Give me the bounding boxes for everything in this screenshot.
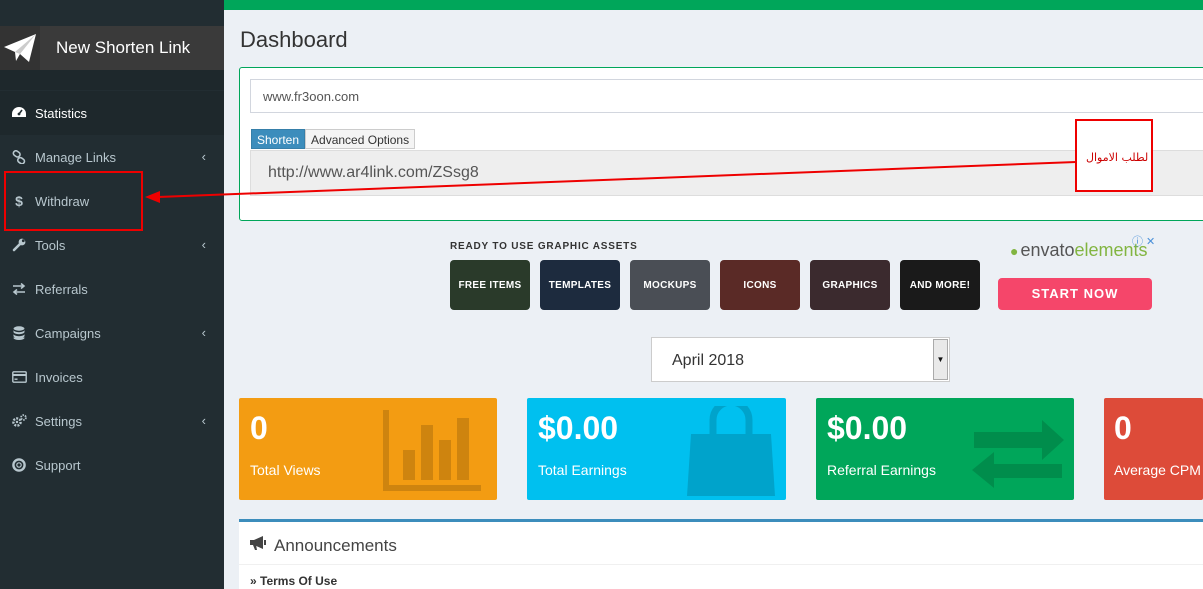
leaf-icon: ● [1010, 242, 1019, 259]
app-name: New Shorten Link [56, 38, 191, 57]
sidebar-item-label: Settings [35, 413, 82, 429]
link-icon [11, 149, 27, 165]
tab-shorten[interactable]: Shorten [251, 129, 306, 149]
sidebar-menu: Statistics Manage Links ‹ $ Withdraw Too… [0, 91, 224, 487]
ad-tile-templates[interactable]: TEMPLATES [540, 260, 620, 310]
stat-total-earnings: $0.00 Total Earnings [527, 398, 786, 500]
withdraw-highlight [4, 171, 143, 231]
month-select-value: April 2018 [672, 352, 745, 369]
sidebar-item-invoices[interactable]: Invoices [0, 355, 224, 399]
sidebar-item-statistics[interactable]: Statistics [0, 91, 224, 135]
chevron-left-icon: ‹ [201, 149, 206, 164]
sidebar-item-settings[interactable]: Settings ‹ [0, 399, 224, 443]
shorten-panel: Shorten Advanced Options http://www.ar4l… [239, 67, 1203, 221]
ad-tile-icons[interactable]: ICONS [720, 260, 800, 310]
month-select[interactable]: April 2018 ▼ [651, 337, 950, 382]
ad-tile-mockups[interactable]: MOCKUPS [630, 260, 710, 310]
bar-chart-icon [383, 410, 481, 491]
logo[interactable]: New Shorten Link [0, 26, 224, 70]
sidebar-item-label: Tools [35, 237, 66, 253]
page-title: Dashboard [240, 27, 348, 52]
sidebar-divider [0, 70, 224, 90]
paper-plane-icon [0, 26, 40, 70]
credit-card-icon [11, 369, 27, 385]
stat-label: Total Views [250, 462, 321, 478]
sidebar-item-campaigns[interactable]: Campaigns ‹ [0, 311, 224, 355]
bullhorn-icon [249, 535, 267, 556]
life-ring-icon [11, 457, 27, 473]
divider [239, 564, 1203, 565]
sidebar-item-label: Support [35, 457, 81, 473]
sidebar-item-label: Statistics [35, 105, 88, 121]
database-icon [11, 325, 27, 341]
ad-heading: READY TO USE GRAPHIC ASSETS [450, 241, 638, 252]
announcement-link-terms[interactable]: » Terms Of Use [250, 574, 337, 588]
chevron-left-icon: ‹ [201, 237, 206, 252]
stat-average-cpm: 0 Average CPM [1104, 398, 1203, 500]
url-input[interactable] [250, 79, 1203, 113]
ad-tile-graphics[interactable]: GRAPHICS [810, 260, 890, 310]
chevron-left-icon: ‹ [201, 325, 206, 340]
tab-advanced-options[interactable]: Advanced Options [305, 129, 416, 149]
chevron-left-icon: ‹ [201, 413, 206, 428]
announcements-header: Announcements [249, 535, 397, 556]
sidebar-top-strip [0, 0, 224, 26]
announcements-panel: Announcements » Terms Of Use [239, 519, 1203, 589]
brand-prefix: envato [1020, 240, 1075, 260]
top-navbar [224, 0, 1203, 10]
sidebar-item-label: Manage Links [35, 149, 116, 165]
dashboard-icon [11, 105, 27, 121]
stat-value: 0 [250, 410, 268, 446]
shorten-tabs: Shorten Advanced Options [251, 129, 416, 149]
ad-close-icon[interactable]: ⓘ ✕ [1132, 233, 1155, 249]
dropdown-arrow-icon[interactable]: ▼ [933, 339, 948, 380]
ad-tiles: FREE ITEMS TEMPLATES MOCKUPS ICONS GRAPH… [450, 260, 980, 310]
shopping-bag-icon [687, 406, 775, 496]
sidebar: New Shorten Link Statistics Manage Links… [0, 0, 224, 589]
stat-value: $0.00 [827, 410, 908, 446]
wrench-icon [11, 237, 27, 253]
exchange-icon [11, 281, 27, 297]
sidebar-item-label: Campaigns [35, 325, 101, 341]
sidebar-item-support[interactable]: Support [0, 443, 224, 487]
ad-tile-free-items[interactable]: FREE ITEMS [450, 260, 530, 310]
sidebar-item-referrals[interactable]: Referrals [0, 267, 224, 311]
stat-value: 0 [1114, 410, 1132, 446]
cogs-icon [11, 413, 27, 429]
stat-label: Total Earnings [538, 462, 627, 478]
sidebar-item-label: Referrals [35, 281, 88, 297]
stat-label: Average CPM [1114, 462, 1201, 478]
stat-value: $0.00 [538, 410, 619, 446]
stat-referral-earnings: $0.00 Referral Earnings [816, 398, 1074, 500]
exchange-icon [972, 420, 1064, 488]
sidebar-item-label: Invoices [35, 369, 83, 385]
stat-total-views: 0 Total Views [239, 398, 497, 500]
ad-tile-and-more[interactable]: AND MORE! [900, 260, 980, 310]
stat-label: Referral Earnings [827, 462, 936, 478]
announcements-title: Announcements [274, 535, 397, 555]
start-now-button[interactable]: START NOW [998, 278, 1152, 310]
annotation-text: لطلب الاموال [1086, 151, 1149, 164]
shortened-url-result[interactable]: http://www.ar4link.com/ZSsg8 [250, 150, 1203, 196]
envato-elements-logo[interactable]: ● envato elements [1010, 240, 1148, 261]
